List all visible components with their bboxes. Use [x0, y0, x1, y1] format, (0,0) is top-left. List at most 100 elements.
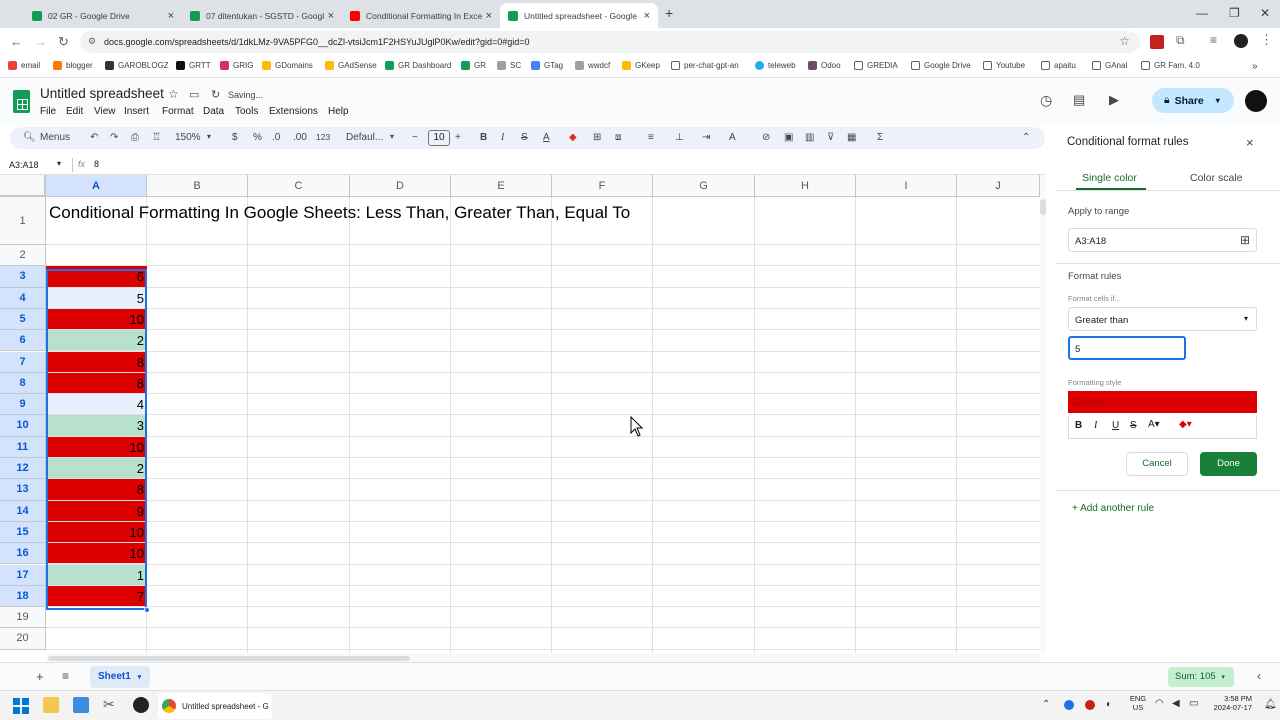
extension-icon[interactable] [1150, 35, 1164, 49]
language-indicator[interactable]: ENG US [1128, 694, 1148, 712]
bookmark-item[interactable]: GRIG [220, 61, 253, 70]
bookmark-item[interactable]: wwdcf [575, 61, 610, 70]
bookmark-item[interactable]: GR Fam. 4.0 [1141, 61, 1200, 70]
row-header-9[interactable]: 9 [0, 394, 46, 416]
notifications-icon[interactable]: 🔔︎ [1264, 699, 1277, 710]
functions-icon[interactable]: Σ [877, 132, 883, 143]
clock[interactable]: 3:58 PM 2024-07-17 [1208, 694, 1252, 712]
close-window-icon[interactable]: ✕ [1260, 6, 1270, 20]
scrollbar-thumb[interactable] [1040, 199, 1046, 215]
style-preview-button[interactable]: Custom [1068, 391, 1257, 413]
row-header-2[interactable]: 2 [0, 245, 46, 267]
bookmark-item[interactable]: blogger [53, 61, 93, 70]
zoom-select[interactable]: 150% [175, 132, 201, 143]
scrollbar-thumb[interactable] [48, 656, 410, 661]
browser-tab[interactable]: Conditional Formatting In Excel × [342, 3, 500, 28]
formula-input[interactable]: 8 [94, 159, 99, 169]
menu-file[interactable]: File [40, 106, 56, 117]
bookmark-item[interactable]: GTag [531, 61, 563, 70]
bookmark-item[interactable]: GREDIA [854, 61, 898, 70]
chevron-down-icon[interactable]: ▾ [207, 132, 211, 141]
column-header-G[interactable]: G [653, 175, 755, 197]
filter-views-icon[interactable]: ▦ [847, 132, 856, 143]
media-icon[interactable]: ≡ [1210, 33, 1217, 47]
column-header-B[interactable]: B [147, 175, 248, 197]
row-header-11[interactable]: 11 [0, 436, 46, 458]
column-header-A[interactable]: A [46, 175, 147, 197]
back-icon[interactable]: ← [10, 34, 23, 49]
bookmark-item[interactable]: GAdSense [325, 61, 377, 70]
filter-icon[interactable]: ⊽ [827, 132, 834, 143]
bookmark-item[interactable]: Google Drive [911, 61, 971, 70]
cell-A1[interactable]: Conditional Formatting In Google Sheets:… [49, 203, 630, 223]
share-button[interactable]: 🔒︎ Share ▾ [1152, 88, 1234, 113]
row-header-19[interactable]: 19 [0, 607, 46, 629]
add-sheet-icon[interactable]: + [36, 669, 44, 684]
fill-color-icon[interactable]: ◆ [569, 132, 577, 143]
search-menus[interactable]: Menus [40, 132, 70, 143]
collapse-toolbar-icon[interactable]: ⌃ [1022, 132, 1030, 143]
close-icon[interactable]: × [168, 10, 174, 22]
paint-format-icon[interactable]: ♖ [152, 132, 161, 143]
windows-start-icon[interactable] [13, 698, 29, 714]
sheets-logo-icon[interactable] [13, 90, 30, 113]
menu-format[interactable]: Format [162, 106, 194, 117]
chevron-down-icon[interactable]: ▾ [57, 159, 61, 168]
cell-A12[interactable]: 2 [46, 458, 147, 480]
menu-view[interactable]: View [94, 106, 116, 117]
undo-icon[interactable]: ↶ [90, 132, 98, 143]
bookmark-item[interactable]: GKeep [622, 61, 660, 70]
text-color-icon[interactable]: A [543, 132, 550, 143]
bookmark-item[interactable]: apaitu [1041, 61, 1076, 70]
print-icon[interactable]: ⎙ [131, 132, 139, 143]
row-header-12[interactable]: 12 [0, 458, 46, 480]
row-header-10[interactable]: 10 [0, 415, 46, 437]
cell-A10[interactable]: 3 [46, 415, 147, 437]
decrease-decimal-button[interactable]: .0 [272, 132, 280, 143]
menu-edit[interactable]: Edit [66, 106, 83, 117]
italic-icon[interactable]: I [1094, 420, 1097, 431]
row-header-3[interactable]: 3 [0, 266, 46, 288]
tray-app-icon[interactable] [1085, 700, 1095, 710]
bookmark-item[interactable]: GAROBLOGZ [105, 61, 169, 70]
app-icon[interactable] [133, 697, 149, 713]
site-info-icon[interactable]: ⚙ [88, 36, 96, 47]
bold-icon[interactable]: B [1075, 420, 1082, 431]
add-another-rule-button[interactable]: + Add another rule [1072, 503, 1154, 514]
column-header-E[interactable]: E [451, 175, 552, 197]
cell-A4[interactable]: 5 [46, 287, 147, 309]
document-title[interactable]: Untitled spreadsheet [40, 86, 164, 101]
increase-decimal-button[interactable]: .00 [293, 132, 307, 143]
bookmark-item[interactable]: Odoo [808, 61, 841, 70]
tray-app-icon[interactable] [1064, 700, 1074, 710]
snipping-tool-icon[interactable]: ✂ [103, 696, 115, 713]
chart-icon[interactable]: ▥ [805, 132, 814, 143]
bookmark-item[interactable]: GR [461, 61, 486, 70]
underline-icon[interactable]: U [1112, 420, 1119, 431]
browser-tab[interactable]: 07 ditentukan - SGSTD - Google Sheets × [182, 3, 342, 28]
bookmark-item[interactable]: teleweb [755, 61, 796, 70]
select-range-icon[interactable]: ⊞ [1240, 233, 1250, 247]
chevron-down-icon[interactable]: ▾ [1216, 96, 1220, 105]
menu-help[interactable]: Help [328, 106, 349, 117]
star-icon[interactable]: ☆ [168, 87, 179, 101]
cell-A3[interactable]: 6 [46, 266, 147, 288]
fill-color-icon[interactable]: ◆▾ [1179, 419, 1192, 430]
column-header-H[interactable]: H [755, 175, 856, 197]
menu-extensions[interactable]: Extensions [269, 106, 318, 117]
reload-icon[interactable]: ↻ [58, 34, 69, 50]
chevron-down-icon[interactable]: ▾ [390, 132, 394, 141]
text-color-icon[interactable]: A▾ [1148, 419, 1160, 430]
row-header-18[interactable]: 18 [0, 585, 46, 608]
cancel-button[interactable]: Cancel [1126, 452, 1188, 476]
column-header-J[interactable]: J [957, 175, 1040, 197]
volume-icon[interactable]: ◀ [1172, 698, 1180, 709]
wifi-icon[interactable]: ◠ [1155, 698, 1164, 709]
bookmark-item[interactable]: GDomains [262, 61, 313, 70]
restore-icon[interactable]: ❐ [1229, 6, 1240, 20]
font-select[interactable]: Defaul... [346, 132, 383, 143]
bookmark-item[interactable]: GR Dashboard [385, 61, 451, 70]
bookmark-item[interactable]: SC [497, 61, 521, 70]
cell-A11[interactable]: 10 [46, 436, 147, 458]
text-wrap-icon[interactable]: ⇥ [702, 132, 710, 143]
